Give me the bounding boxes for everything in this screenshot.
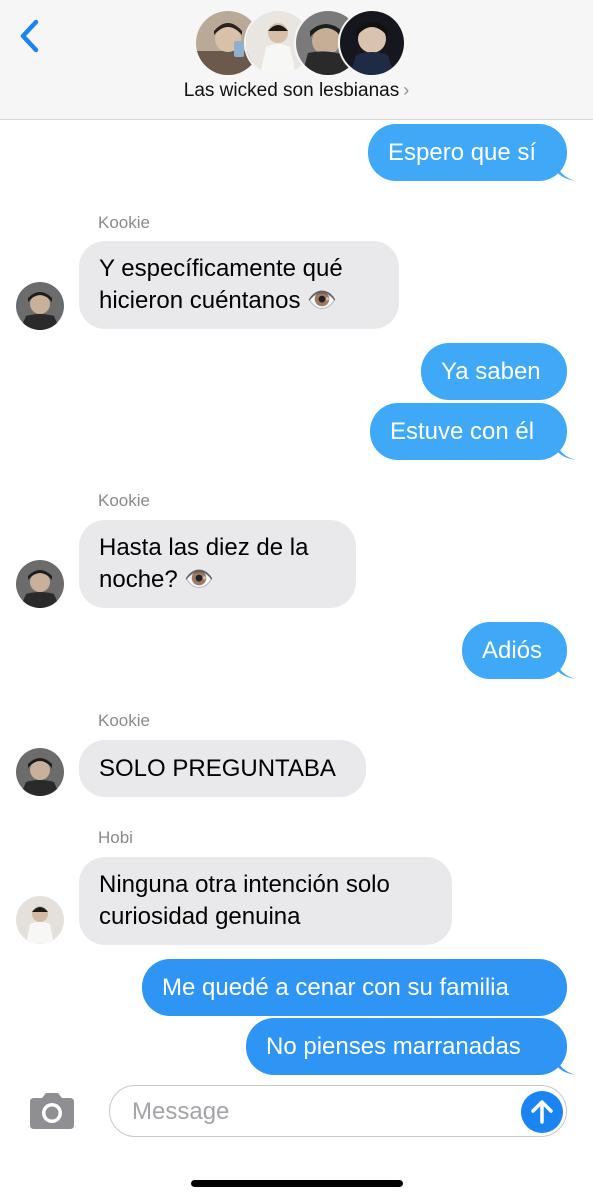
incoming-message[interactable]: Ninguna otra intención solo curiosidad g… <box>79 857 452 945</box>
avatar-kookie <box>16 748 64 796</box>
outgoing-message[interactable]: Ya saben <box>421 343 567 400</box>
outgoing-message[interactable]: Estuve con él <box>370 403 567 460</box>
send-button[interactable] <box>521 1091 563 1133</box>
message-text-block: Y específicamente qué hicieron cuéntanos… <box>99 253 343 317</box>
sender-name: Hobi <box>98 828 133 847</box>
bubble-tail <box>556 163 576 181</box>
message-text: Me quedé a cenar con su familia <box>162 973 509 1001</box>
message-text-line: Ninguna otra intención solo <box>99 871 390 898</box>
message-text: Adiós <box>482 636 543 664</box>
back-button[interactable] <box>14 14 50 58</box>
outgoing-message[interactable]: No pienses marranadas <box>246 1018 567 1075</box>
camera-button[interactable] <box>26 1092 78 1130</box>
group-member-avatar <box>338 9 406 77</box>
message-text-line: noche? 👁️ <box>99 566 215 593</box>
message-text-block: Hasta las diez de la noche? 👁️ <box>99 532 308 596</box>
outgoing-message[interactable]: Espero que sí <box>368 124 567 181</box>
avatar-hobi <box>16 896 64 944</box>
bubble-tail <box>556 1057 576 1075</box>
group-avatars[interactable] <box>194 9 406 77</box>
conversation-header: Las wicked son lesbianas › <box>0 0 593 120</box>
message-input[interactable] <box>130 1094 514 1130</box>
group-title[interactable]: Las wicked son lesbianas › <box>0 80 593 102</box>
chevron-left-icon <box>20 19 39 53</box>
outgoing-message[interactable]: Adiós <box>462 622 567 679</box>
send-arrow-up-icon <box>531 1100 553 1124</box>
sender-name: Kookie <box>98 213 150 232</box>
incoming-message[interactable]: SOLO PREGUNTABA <box>79 740 366 797</box>
message-text-line: Hasta las diez de la <box>99 534 309 561</box>
chevron-right-icon: › <box>403 80 410 100</box>
incoming-message[interactable]: Y específicamente qué hicieron cuéntanos… <box>79 241 399 329</box>
message-field[interactable] <box>109 1085 567 1137</box>
message-text: SOLO PREGUNTABA <box>99 754 336 782</box>
bubble-tail <box>556 442 576 460</box>
message-text: Estuve con él <box>390 417 535 445</box>
incoming-message[interactable]: Hasta las diez de la noche? 👁️ <box>79 520 356 608</box>
sender-name: Kookie <box>98 711 150 730</box>
outgoing-message[interactable]: Me quedé a cenar con su familia <box>142 959 567 1016</box>
sender-name: Kookie <box>98 491 150 510</box>
message-text: No pienses marranadas <box>266 1032 521 1060</box>
camera-icon <box>30 1093 74 1129</box>
avatar-kookie <box>16 282 64 330</box>
message-text-line: Y específicamente qué <box>99 255 343 282</box>
message-text: Ya saben <box>441 357 541 385</box>
home-indicator <box>191 1180 403 1187</box>
avatar-kookie <box>16 560 64 608</box>
bubble-tail <box>556 661 576 679</box>
message-text-block: Ninguna otra intención solo curiosidad g… <box>99 869 390 933</box>
message-text-line: curiosidad genuina <box>99 903 301 930</box>
group-title-text: Las wicked son lesbianas <box>183 80 400 101</box>
message-text: Espero que sí <box>388 138 537 166</box>
message-text-line: hicieron cuéntanos 👁️ <box>99 287 338 314</box>
